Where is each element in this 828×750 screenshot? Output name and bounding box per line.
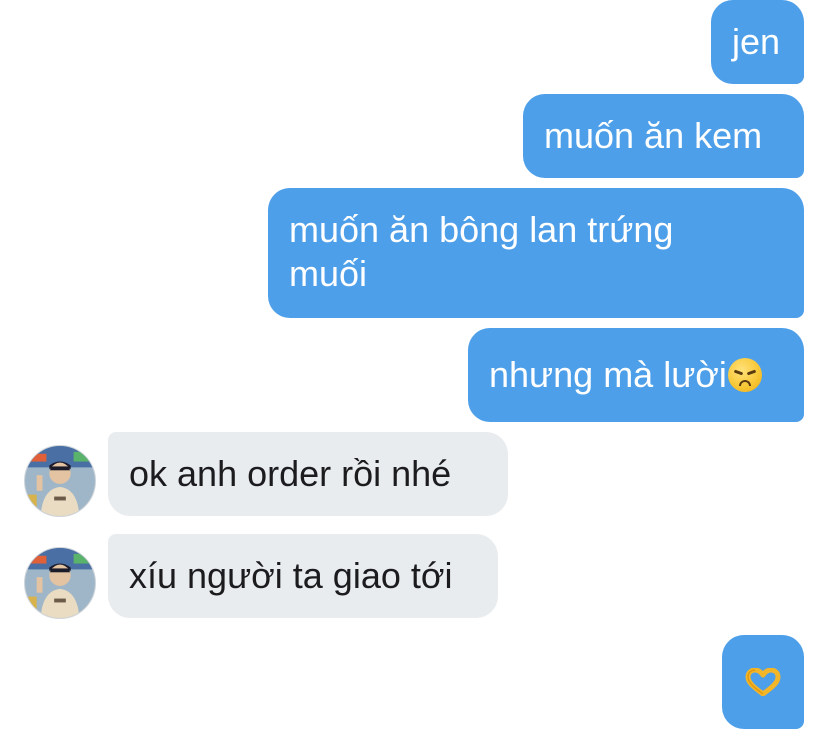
sent-message-bubble[interactable]: muốn ăn kem <box>523 94 804 178</box>
sent-message-bubble[interactable] <box>722 635 804 729</box>
message-text: jen <box>732 21 781 62</box>
message-text: muốn ăn bông lan trứng muối <box>289 209 674 294</box>
sent-message-bubble[interactable]: muốn ăn bông lan trứng muối <box>268 188 804 318</box>
message-text: muốn ăn kem <box>544 115 763 156</box>
avatar-photo-icon <box>25 446 95 516</box>
received-message-bubble[interactable]: ok anh order rồi nhé <box>108 432 508 516</box>
chat-thread: jen muốn ăn kem muốn ăn bông lan trứng m… <box>0 0 828 750</box>
message-text: ok anh order rồi nhé <box>129 453 452 494</box>
avatar[interactable] <box>24 445 96 517</box>
heart-hands-icon <box>745 668 781 696</box>
message-text: xíu người ta giao tới <box>129 555 453 596</box>
sent-message-bubble[interactable]: jen <box>711 0 804 84</box>
avatar[interactable] <box>24 547 96 619</box>
avatar-photo-icon <box>25 548 95 618</box>
received-message-bubble[interactable]: xíu người ta giao tới <box>108 534 498 618</box>
sent-message-bubble[interactable]: nhưng mà lười <box>468 328 804 422</box>
message-text: nhưng mà lười <box>489 354 727 395</box>
disappointed-face-icon <box>727 358 762 392</box>
